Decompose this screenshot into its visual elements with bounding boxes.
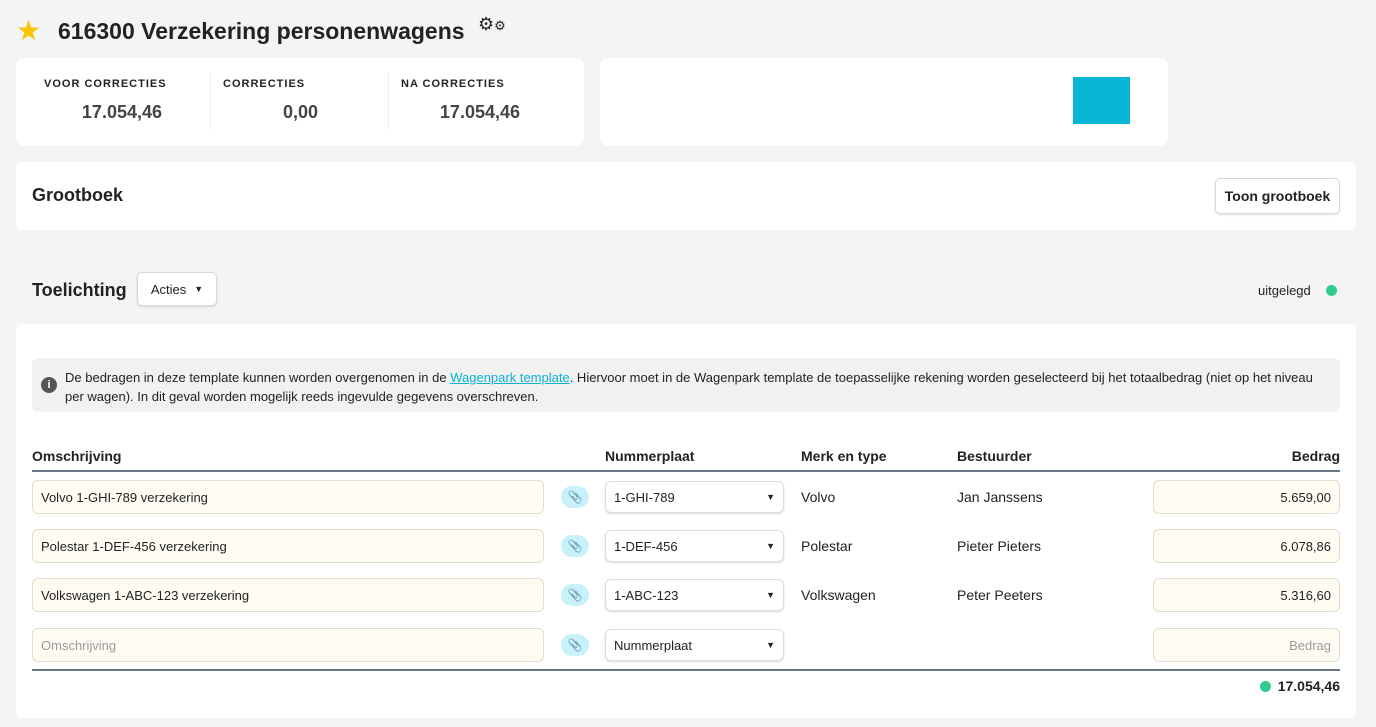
nummerplaat-select[interactable]: 1-DEF-456 ▼ <box>605 530 784 562</box>
total-status-dot <box>1260 681 1271 692</box>
page-title: 616300 Verzekering personenwagens <box>58 18 465 44</box>
stat-value-voor: 17.054,46 <box>81 102 162 122</box>
info-box: i De bedragen in deze template kunnen wo… <box>32 358 1340 412</box>
attachment-icon[interactable]: 📎 <box>561 535 589 557</box>
stat-value-correcties: 0,00 <box>282 102 318 122</box>
new-bedrag-input[interactable]: Bedrag <box>1153 628 1340 662</box>
attachment-icon[interactable]: 📎 <box>561 584 589 606</box>
header-divider <box>32 470 1340 472</box>
attachment-icon[interactable]: 📎 <box>561 634 589 656</box>
acties-label: Acties <box>150 281 187 297</box>
nummerplaat-value: 1-DEF-456 <box>614 538 678 554</box>
nummerplaat-placeholder: Nummerplaat <box>614 637 693 653</box>
favorite-star-icon[interactable]: ★ <box>16 14 41 47</box>
bestuurder-cell: Peter Peeters <box>957 587 1043 603</box>
merk-cell: Volvo <box>801 489 836 505</box>
total-amount: 17.054,46 <box>1277 678 1340 694</box>
status-dot <box>1326 285 1337 296</box>
attachment-icon[interactable]: 📎 <box>561 486 589 508</box>
stats-card: VOOR CORRECTIES 17.054,46 CORRECTIES 0,0… <box>16 58 584 146</box>
toon-grootboek-button[interactable]: Toon grootboek <box>1215 178 1340 214</box>
col-merk: Merk en type <box>801 448 887 464</box>
chart-card <box>600 58 1168 146</box>
toelichting-card: i De bedragen in deze template kunnen wo… <box>16 324 1356 718</box>
col-nummerplaat: Nummerplaat <box>605 448 695 464</box>
caret-down-icon: ▼ <box>766 590 775 600</box>
nummerplaat-value: 1-GHI-789 <box>614 489 675 505</box>
stat-label-voor: VOOR CORRECTIES <box>44 78 167 90</box>
stat-value-na: 17.054,46 <box>439 102 520 122</box>
col-bestuurder: Bestuurder <box>957 448 1032 464</box>
info-icon: i <box>41 377 57 393</box>
new-nummerplaat-select[interactable]: Nummerplaat ▼ <box>605 629 784 661</box>
col-bedrag: Bedrag <box>1291 448 1340 464</box>
nummerplaat-select[interactable]: 1-GHI-789 ▼ <box>605 481 784 513</box>
acties-dropdown[interactable]: Acties ▼ <box>137 272 217 306</box>
chart-bar <box>1073 77 1130 124</box>
bedrag-input[interactable]: 5.659,00 <box>1153 480 1340 514</box>
stat-label-na: NA CORRECTIES <box>401 78 505 90</box>
bestuurder-cell: Pieter Pieters <box>957 538 1042 554</box>
omschrijving-input[interactable]: Polestar 1-DEF-456 verzekering <box>32 529 544 563</box>
caret-down-icon: ▼ <box>766 541 775 551</box>
nummerplaat-select[interactable]: 1-ABC-123 ▼ <box>605 579 784 611</box>
nummerplaat-value: 1-ABC-123 <box>614 587 679 603</box>
wagenpark-template-link[interactable]: Wagenpark template <box>450 370 569 385</box>
caret-down-icon: ▼ <box>766 492 775 502</box>
caret-down-icon: ▼ <box>194 284 204 294</box>
grootboek-card: Grootboek Toon grootboek <box>16 162 1356 230</box>
status-text: uitgelegd <box>1258 283 1311 298</box>
omschrijving-input[interactable]: Volkswagen 1-ABC-123 verzekering <box>32 578 544 612</box>
bestuurder-cell: Jan Janssens <box>957 489 1043 505</box>
total-divider <box>32 669 1340 671</box>
merk-cell: Polestar <box>801 538 853 554</box>
toelichting-title: Toelichting <box>32 280 127 300</box>
caret-down-icon: ▼ <box>766 640 775 650</box>
bedrag-input[interactable]: 5.316,60 <box>1153 578 1340 612</box>
new-omschrijving-input[interactable]: Omschrijving <box>32 628 544 662</box>
grootboek-title: Grootboek <box>32 185 124 205</box>
bedrag-input[interactable]: 6.078,86 <box>1153 529 1340 563</box>
settings-gears-icon[interactable]: ⚙⚙ <box>478 14 506 35</box>
stat-label-correcties: CORRECTIES <box>223 78 306 90</box>
merk-cell: Volkswagen <box>801 587 876 603</box>
info-text: De bedragen in deze template kunnen word… <box>65 370 451 385</box>
col-omschrijving: Omschrijving <box>32 448 122 464</box>
omschrijving-input[interactable]: Volvo 1-GHI-789 verzekering <box>32 480 544 514</box>
